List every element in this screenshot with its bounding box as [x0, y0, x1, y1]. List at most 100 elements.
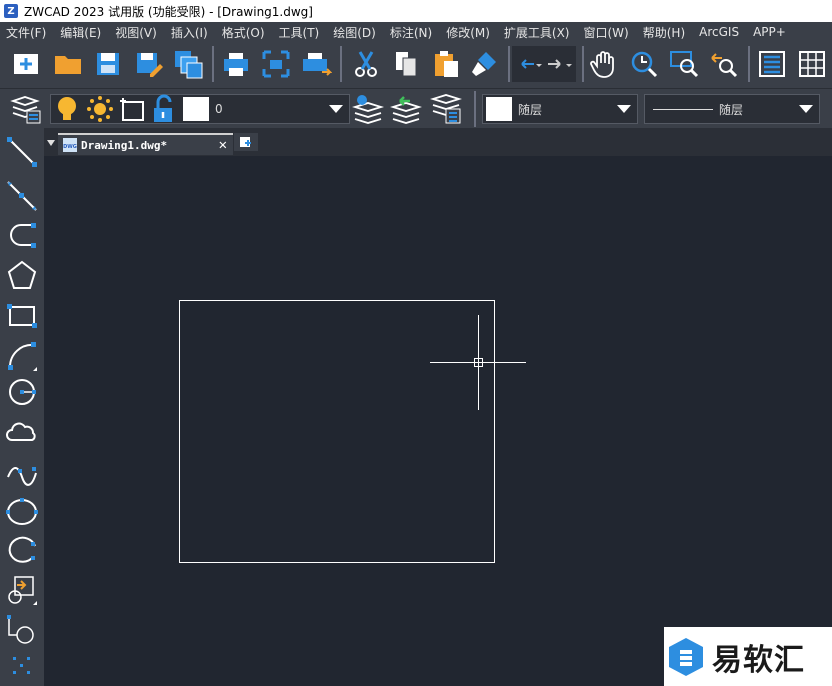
construction-line-icon: [7, 181, 37, 211]
color-swatch: [486, 97, 512, 121]
design-center-button[interactable]: [794, 46, 830, 82]
menu-extended-tools[interactable]: 扩展工具(X): [504, 24, 570, 41]
tab-list-dropdown-icon[interactable]: [47, 140, 55, 146]
layer-state-manager-button[interactable]: [428, 91, 464, 127]
hand-icon: [590, 51, 614, 78]
drawing-area[interactable]: [44, 156, 832, 686]
zoom-previous-button[interactable]: [706, 46, 742, 82]
polyline-icon: [10, 223, 36, 248]
menu-app-plus[interactable]: APP+: [753, 25, 786, 39]
linetype-dropdown[interactable]: 随层: [644, 94, 820, 124]
color-dropdown-arrow: [617, 105, 631, 113]
unlock-icon: [154, 94, 172, 122]
print-preview-button[interactable]: [258, 46, 294, 82]
folder-icon: [55, 56, 81, 74]
toolbar-separator: [748, 46, 750, 82]
new-tab-button[interactable]: [234, 133, 258, 151]
make-current-layer-button[interactable]: [350, 91, 386, 127]
rectangle-tool[interactable]: [4, 298, 40, 334]
copy-icon: [396, 52, 417, 77]
paste-button[interactable]: [428, 46, 464, 82]
spline-icon: [7, 467, 37, 486]
save-as-button[interactable]: [130, 46, 166, 82]
scissors-icon: [355, 51, 377, 77]
menu-insert[interactable]: 插入(I): [171, 24, 208, 41]
menu-dimension[interactable]: 标注(N): [390, 24, 432, 41]
watermark-text: 易软汇: [712, 642, 805, 678]
zoom-window-button[interactable]: [666, 46, 702, 82]
drawn-rectangle[interactable]: [179, 300, 495, 563]
publish-button[interactable]: [298, 46, 334, 82]
menu-draw[interactable]: 绘图(D): [333, 24, 376, 41]
polyline-tool[interactable]: [4, 218, 40, 254]
paste-icon: [435, 51, 458, 77]
undo-redo-group[interactable]: [512, 46, 576, 82]
ellipse-tool[interactable]: [4, 494, 40, 530]
pan-button[interactable]: [586, 46, 622, 82]
zoom-realtime-icon: [631, 51, 658, 78]
ellipse-arc-tool[interactable]: [4, 532, 40, 568]
new-button[interactable]: [8, 46, 44, 82]
tab-drawing1[interactable]: DWG Drawing1.dwg* ✕: [58, 133, 233, 155]
line-icon: [7, 137, 37, 167]
drawing-canvas[interactable]: [44, 156, 832, 686]
arc-icon: [8, 342, 37, 371]
circle-icon: [9, 379, 36, 405]
rectangle-icon: [7, 304, 37, 328]
menu-view[interactable]: 视图(V): [115, 24, 157, 41]
layer-manager-button[interactable]: [8, 91, 44, 127]
close-tab-icon[interactable]: ✕: [219, 137, 227, 153]
line-tool[interactable]: [4, 134, 40, 170]
new-tab-icon: [240, 137, 251, 147]
sun-icon: [87, 96, 113, 122]
menu-file[interactable]: 文件(F): [6, 24, 46, 41]
menu-edit[interactable]: 编辑(E): [60, 24, 101, 41]
menu-bar: 文件(F) 编辑(E) 视图(V) 插入(I) 格式(O) 工具(T) 绘图(D…: [0, 22, 832, 42]
match-properties-button[interactable]: [466, 46, 502, 82]
make-block-tool[interactable]: [4, 612, 40, 648]
polygon-tool[interactable]: [4, 258, 40, 294]
cut-button[interactable]: [348, 46, 384, 82]
layer-dropdown[interactable]: 0: [50, 94, 350, 124]
open-button[interactable]: [50, 46, 86, 82]
zoom-realtime-button[interactable]: [626, 46, 662, 82]
menu-format[interactable]: 格式(O): [222, 24, 265, 41]
menu-window[interactable]: 窗口(W): [584, 24, 629, 41]
layer-color-swatch: [183, 97, 209, 121]
menu-arcgis[interactable]: ArcGIS: [699, 25, 739, 39]
layer-state-icon: [430, 94, 462, 124]
layer-previous-button[interactable]: [388, 91, 424, 127]
properties-icon: [759, 51, 785, 77]
zoom-previous-icon: [711, 53, 738, 78]
undo-redo-icon: [521, 59, 572, 69]
layer-previous-icon: [390, 96, 422, 124]
points-icon: [13, 657, 30, 674]
insert-block-tool[interactable]: [4, 572, 40, 608]
app-logo-icon: Z: [4, 4, 18, 18]
menu-modify[interactable]: 修改(M): [446, 24, 490, 41]
viewport-freeze-icon: [120, 98, 144, 121]
copy-button[interactable]: [388, 46, 424, 82]
lightbulb-icon: [58, 97, 76, 120]
print-button[interactable]: [218, 46, 254, 82]
layer-name: 0: [215, 102, 223, 116]
standard-toolbar: [0, 42, 832, 88]
arc-tool[interactable]: [4, 338, 40, 374]
color-dropdown[interactable]: 随层: [482, 94, 638, 124]
revision-cloud-tool[interactable]: [4, 414, 40, 450]
point-tool[interactable]: [4, 648, 40, 684]
spline-tool[interactable]: [4, 454, 40, 490]
construction-line-tool[interactable]: [4, 178, 40, 214]
make-current-layer-icon: [352, 95, 384, 124]
save-all-button[interactable]: [170, 46, 206, 82]
insert-block-icon: [8, 576, 37, 605]
menu-tools[interactable]: 工具(T): [279, 24, 320, 41]
properties-palette-button[interactable]: [754, 46, 790, 82]
save-button[interactable]: [90, 46, 126, 82]
menu-help[interactable]: 帮助(H): [643, 24, 685, 41]
color-value: 随层: [518, 102, 543, 117]
dwg-badge-text: DWG: [63, 144, 77, 150]
title-bar: Z ZWCAD 2023 试用版 (功能受限) - [Drawing1.dwg]: [0, 0, 832, 22]
toolbar-separator: [508, 46, 510, 82]
circle-tool[interactable]: [4, 374, 40, 410]
